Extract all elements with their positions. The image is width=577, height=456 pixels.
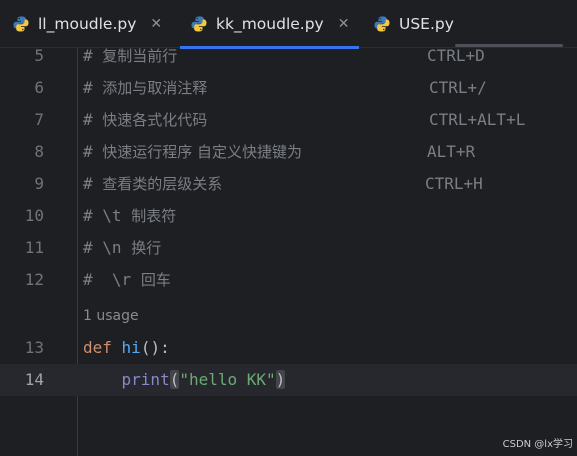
- shortcut-text: ALT+R: [427, 142, 476, 161]
- comment-body: 快速各式化代码: [102, 111, 208, 129]
- tab-label: ll_moudle.py: [38, 15, 137, 33]
- comment-text: # 快速运行程序 自定义快捷键为: [83, 136, 302, 168]
- python-icon: [13, 16, 29, 32]
- code-line[interactable]: 13 def hi():: [0, 332, 577, 364]
- comment-text: # 添加与取消注释: [83, 72, 207, 104]
- line-number: 14: [24, 370, 44, 389]
- comment-body: 回车: [140, 271, 171, 289]
- def-statement: def hi():: [83, 332, 170, 364]
- comment-hash: #: [83, 270, 93, 289]
- comment-text: # 快速各式化代码: [83, 104, 207, 136]
- code-line[interactable]: 12 # \r 回车: [0, 264, 577, 296]
- close-paren: ): [275, 370, 286, 389]
- usage-hint[interactable]: 1 usage: [83, 305, 139, 327]
- comment-hash: #: [83, 46, 93, 65]
- line-number: 9: [34, 174, 44, 193]
- line-number: 7: [34, 110, 44, 129]
- code-line[interactable]: 6 # 添加与取消注释 CTRL+/: [0, 72, 577, 104]
- comment-body: 制表符: [131, 207, 177, 225]
- tab-label: kk_moudle.py: [216, 15, 324, 33]
- comment-hash: #: [83, 174, 93, 193]
- editor-window: ll_moudle.py ✕ kk_moudle.py ✕ USE.py 5 #…: [0, 0, 577, 456]
- comment-body: 复制当前行: [102, 47, 178, 65]
- shortcut-text: CTRL+/: [429, 78, 487, 97]
- open-paren: (: [169, 370, 180, 389]
- line-number: 5: [34, 46, 44, 65]
- code-line[interactable]: 9 # 查看类的层级关系 CTRL+H: [0, 168, 577, 200]
- comment-text: # \t 制表符: [83, 200, 176, 232]
- close-icon[interactable]: ✕: [150, 17, 162, 31]
- comment-text: # 复制当前行: [83, 40, 177, 72]
- tab-label: USE.py: [399, 15, 454, 33]
- watermark: CSDN @lx学习: [502, 439, 573, 450]
- shortcut-text: CTRL+H: [425, 174, 483, 193]
- builtin-print: print: [121, 370, 170, 389]
- line-number: 12: [24, 270, 44, 289]
- function-name: hi: [121, 338, 141, 357]
- escape-sequence: \r: [111, 270, 132, 289]
- code-line[interactable]: 7 # 快速各式化代码 CTRL+ALT+L: [0, 104, 577, 136]
- comment-body: 查看类的层级关系: [102, 175, 223, 193]
- shortcut-text: CTRL+D: [427, 46, 485, 65]
- line-number: 11: [24, 238, 44, 257]
- comment-body: 添加与取消注释: [102, 79, 208, 97]
- python-icon: [191, 16, 207, 32]
- comment-hash: #: [83, 206, 93, 225]
- code-line-current[interactable]: 14 print("hello KK"): [0, 364, 577, 396]
- line-number: 6: [34, 78, 44, 97]
- comment-text: # 查看类的层级关系: [83, 168, 222, 200]
- comment-hash: #: [83, 142, 93, 161]
- print-statement: print("hello KK"): [83, 364, 286, 396]
- line-number: 10: [24, 206, 44, 225]
- keyword-def: def: [83, 338, 112, 357]
- comment-hash: #: [83, 78, 93, 97]
- string-literal: "hello KK": [179, 370, 276, 389]
- comment-hash: #: [83, 238, 93, 257]
- def-rest: ():: [140, 338, 170, 357]
- line-number: 13: [24, 338, 44, 357]
- line-number: 8: [34, 142, 44, 161]
- escape-sequence: \t: [102, 206, 122, 225]
- code-line[interactable]: 11 # \n 换行: [0, 232, 577, 264]
- comment-body: 快速运行程序 自定义快捷键为: [102, 143, 303, 161]
- code-line[interactable]: 10 # \t 制表符: [0, 200, 577, 232]
- comment-body: 换行: [131, 239, 162, 257]
- comment-text: # \n 换行: [83, 232, 161, 264]
- escape-sequence: \n: [102, 238, 122, 257]
- code-line[interactable]: 8 # 快速运行程序 自定义快捷键为 ALT+R: [0, 136, 577, 168]
- code-line[interactable]: 5 # 复制当前行 CTRL+D: [0, 40, 577, 72]
- comment-text: # \r 回车: [83, 264, 171, 296]
- comment-hash: #: [83, 110, 93, 129]
- shortcut-text: CTRL+ALT+L: [429, 110, 526, 129]
- python-icon: [374, 16, 390, 32]
- close-icon[interactable]: ✕: [338, 17, 350, 31]
